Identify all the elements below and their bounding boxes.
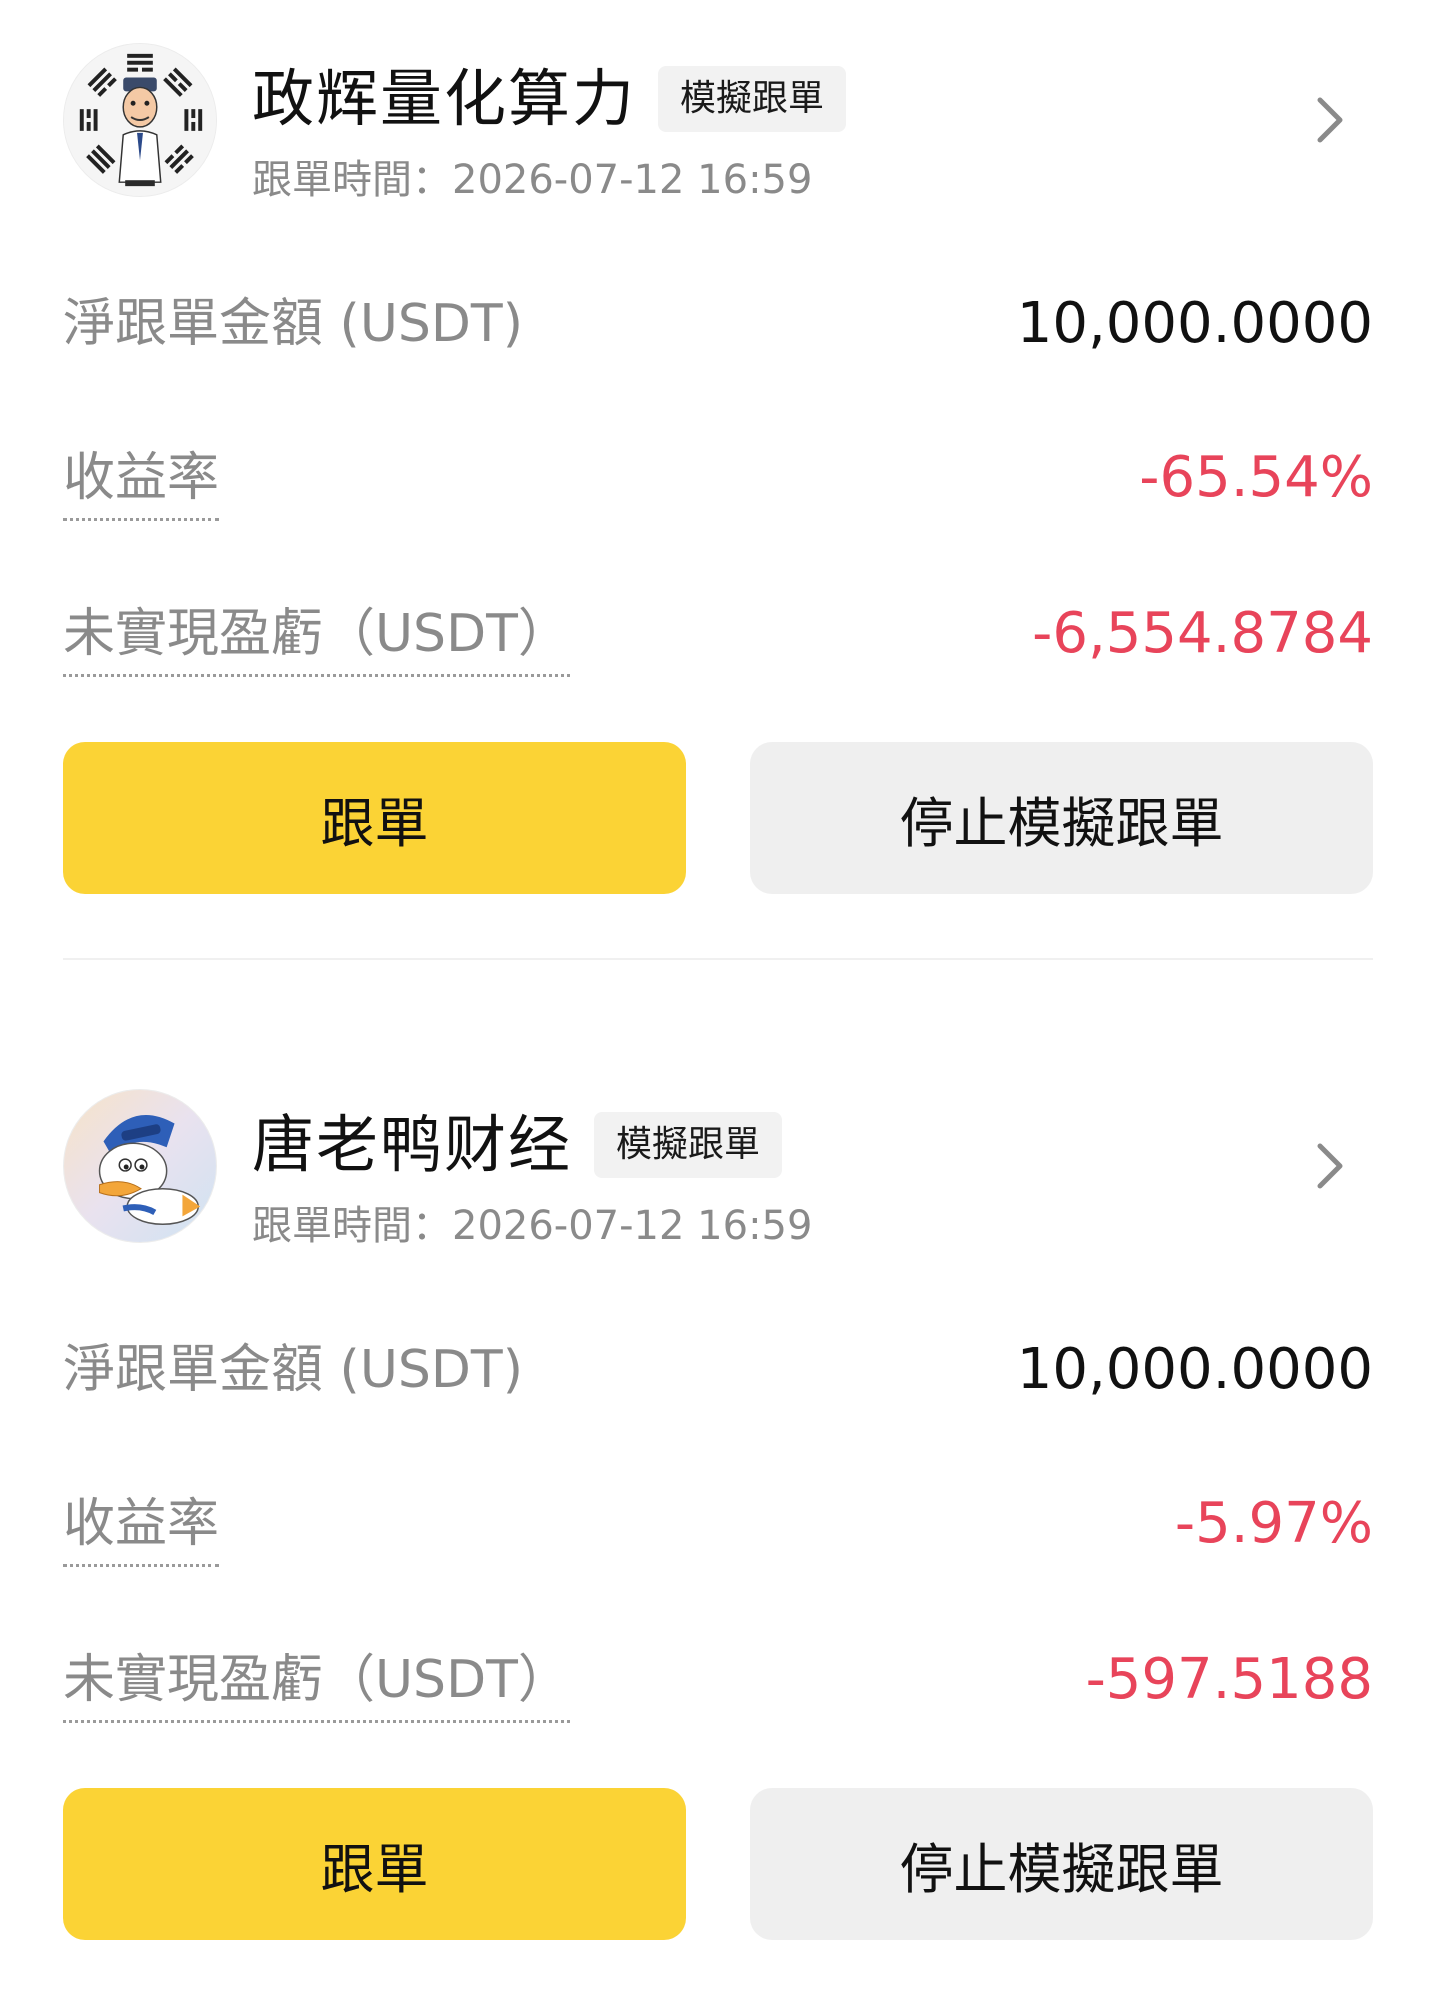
follow-time: 跟單時間：2026-07-12 16:59 xyxy=(252,1203,813,1249)
roi-label[interactable]: 收益率 xyxy=(63,1484,220,1567)
chevron-right-icon[interactable] xyxy=(1310,92,1350,148)
roi-value: -5.97% xyxy=(1174,1491,1373,1556)
copy-trade-card: 政辉量化算力 模擬跟單 跟單時間：2026-07-12 16:59 淨跟單金額 … xyxy=(0,0,1436,960)
unrealized-pnl-label[interactable]: 未實現盈虧（USDT） xyxy=(63,594,570,677)
simulation-tag: 模擬跟單 xyxy=(594,1112,783,1178)
bagua-cartoon-man-avatar-icon xyxy=(64,44,216,196)
trader-avatar[interactable] xyxy=(63,43,217,197)
trader-header[interactable]: 唐老鸭财经 模擬跟單 xyxy=(252,1100,783,1190)
cartoon-duck-avatar-icon xyxy=(64,1090,216,1242)
net-amount-label: 淨跟單金額 (USDT) xyxy=(63,1340,523,1400)
unrealized-pnl-value: -6,554.8784 xyxy=(1032,601,1373,666)
net-amount-value: 10,000.0000 xyxy=(1016,1337,1373,1402)
roi-label[interactable]: 收益率 xyxy=(63,438,220,521)
net-amount-label: 淨跟單金額 (USDT) xyxy=(63,294,523,354)
net-amount-row: 淨跟單金額 (USDT) 10,000.0000 xyxy=(63,1330,1373,1410)
stop-simulation-button[interactable]: 停止模擬跟單 xyxy=(750,742,1373,894)
trader-name: 政辉量化算力 xyxy=(252,62,637,135)
trader-name: 唐老鸭财经 xyxy=(252,1108,573,1181)
net-amount-value: 10,000.0000 xyxy=(1016,291,1373,356)
chevron-right-icon[interactable] xyxy=(1310,1138,1350,1194)
follow-button[interactable]: 跟單 xyxy=(63,742,686,894)
follow-button[interactable]: 跟單 xyxy=(63,1788,686,1940)
stop-simulation-button[interactable]: 停止模擬跟單 xyxy=(750,1788,1373,1940)
roi-value: -65.54% xyxy=(1139,445,1373,510)
unrealized-pnl-label[interactable]: 未實現盈虧（USDT） xyxy=(63,1640,570,1723)
unrealized-pnl-row: 未實現盈虧（USDT） -597.5188 xyxy=(63,1640,1373,1723)
roi-row: 收益率 -65.54% xyxy=(63,438,1373,521)
trader-header[interactable]: 政辉量化算力 模擬跟單 xyxy=(252,54,847,144)
follow-time: 跟單時間：2026-07-12 16:59 xyxy=(252,157,813,203)
unrealized-pnl-value: -597.5188 xyxy=(1085,1647,1373,1712)
simulation-tag: 模擬跟單 xyxy=(658,66,847,132)
copy-trade-card: 唐老鸭财经 模擬跟單 跟單時間：2026-07-12 16:59 淨跟單金額 (… xyxy=(0,1046,1436,1946)
card-divider xyxy=(63,958,1373,960)
trader-avatar[interactable] xyxy=(63,1089,217,1243)
net-amount-row: 淨跟單金額 (USDT) 10,000.0000 xyxy=(63,284,1373,364)
unrealized-pnl-row: 未實現盈虧（USDT） -6,554.8784 xyxy=(63,594,1373,677)
roi-row: 收益率 -5.97% xyxy=(63,1484,1373,1567)
